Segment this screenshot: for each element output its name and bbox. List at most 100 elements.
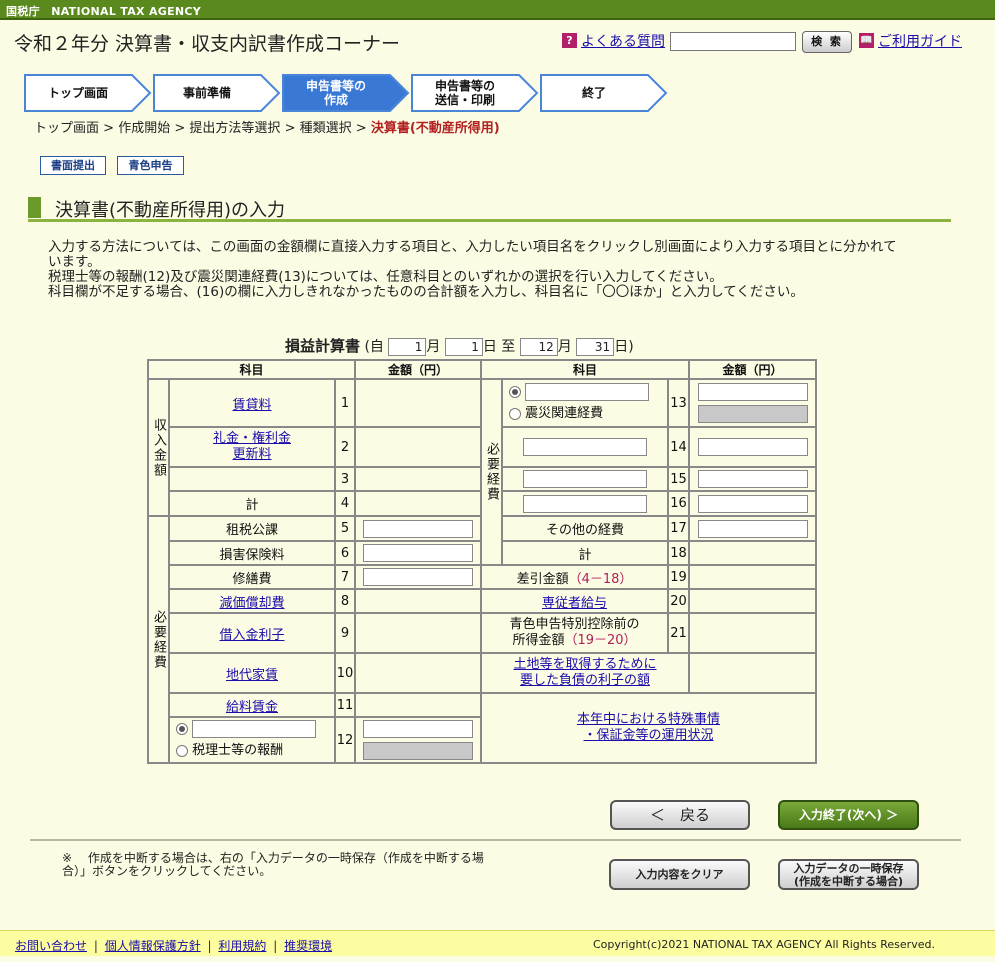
custom-radio[interactable] [176,722,188,735]
row-num: 12 [334,716,356,764]
renewal-fee-link[interactable]: 更新料 [232,447,271,462]
breadcrumb-current: 決算書(不動産所得用) [370,121,500,136]
disaster-label: 震災関連経費 [525,406,604,421]
row-num: 14 [667,426,690,468]
section-title: 決算書(不動産所得用)の入力 [55,200,286,221]
contact-link[interactable]: お問い合わせ [15,939,87,953]
back-button[interactable]: ＜ 戻る [610,800,750,830]
row-num: 9 [334,612,356,654]
period-to: 至 [501,339,516,355]
custom-radio[interactable] [509,385,521,398]
env-link[interactable]: 推奨環境 [284,939,332,953]
key-money-link[interactable]: 礼金・権利金 [213,431,291,446]
amount-7-input[interactable] [363,568,473,586]
amount-12-disabled [363,742,473,760]
row-16 [501,490,669,517]
special-link-a[interactable]: 本年中における特殊事情 [577,712,720,727]
row-20: 専従者給与 [480,588,669,614]
row-21-label-b: 所得金額 [512,633,565,648]
amount-8 [354,588,482,614]
col-kamoku: 科目 [480,359,690,380]
salary-link[interactable]: 給料賃金 [226,700,278,715]
end-month-input[interactable]: 12 [519,338,558,356]
disaster-radio[interactable] [509,407,521,420]
amount-16-input[interactable] [697,494,808,513]
family-salary-link[interactable]: 専従者給与 [542,596,607,611]
col-amount: 金額（円） [354,359,482,380]
end-day-input[interactable]: 31 [576,338,615,356]
clear-button[interactable]: 入力内容をクリア [609,859,750,890]
amount-12-input[interactable] [363,720,473,738]
kamoku-15-input[interactable] [523,470,647,488]
step-end: 終了 [540,73,668,113]
day-unit: 日 [482,339,497,355]
expense-group-right: 必要経費 [480,378,503,566]
custom-kamoku-input[interactable] [192,719,317,738]
header: 令和２年分 決算書・収支内訳書作成コーナー ? よくある質問 検 索 📖 ご利用… [0,20,995,62]
amount-5-input[interactable] [363,519,473,538]
blue-return-badge: 青色申告 [117,156,184,175]
land-debt-cell: 土地等を取得するために 要した負債の利子の額 [480,652,690,694]
row-5: 租税公課 [168,515,336,542]
step-label: 終了 [581,86,606,100]
copyright: Copyright(c)2021 NATIONAL TAX AGENCY All… [593,938,935,951]
rent-link[interactable]: 賃貸料 [232,398,271,413]
next-button[interactable]: 入力終了(次へ) ＞ [778,800,919,830]
row-num: 18 [667,540,690,566]
land-rent-link[interactable]: 地代家賃 [226,668,278,683]
row-num: 8 [334,588,356,614]
depreciation-link[interactable]: 減価償却費 [219,596,284,611]
instructions: 入力する方法については、この画面の金額欄に直接入力する項目と、入力したい項目名を… [48,240,908,300]
row-3 [168,466,336,492]
section-bar [28,197,41,218]
amount-6-input[interactable] [363,544,473,562]
amount-14 [688,426,817,468]
special-link-b[interactable]: ・保証金等の運用状況 [583,728,713,743]
start-month-input[interactable]: 1 [388,338,427,356]
temp-save-button[interactable]: 入力データの一時保存 (作成を中断する場合) [778,859,919,890]
search-button[interactable]: 検 索 [802,31,852,53]
row-num: 5 [334,515,356,542]
amount-14-input[interactable] [697,438,808,456]
custom-kamoku-input[interactable] [525,382,650,401]
privacy-link[interactable]: 個人情報保護方針 [105,939,201,953]
save-note: ※ 作成を中断する場合は、右の「入力データの一時保存（作成を中断する場合）」ボタ… [62,851,484,878]
row-9: 借入金利子 [168,612,336,654]
col-amount: 金額（円） [688,359,817,380]
divider [30,839,961,841]
kamoku-16-input[interactable] [523,494,647,513]
interest-link[interactable]: 借入金利子 [219,628,284,643]
land-debt-blank [689,652,817,694]
footer-links: お問い合わせ | 個人情報保護方針 | 利用規約 | 推奨環境 [15,939,333,953]
amount-2 [354,426,482,468]
start-day-input[interactable]: 1 [444,338,483,356]
amount-17-input[interactable] [697,519,808,538]
expense-group: 必要経費 [147,515,170,764]
row-num: 19 [667,564,690,590]
instruction-line: 税理士等の報酬(12)及び震災関連経費(13)については、任意科目とのいずれかの… [48,269,723,285]
kamoku-14-input[interactable] [523,438,647,456]
land-debt-link-a[interactable]: 土地等を取得するために [513,657,656,672]
amount-13-input[interactable] [697,383,808,401]
row-21-label-a: 青色申告特別控除前の [509,617,640,632]
amount-3 [354,466,482,492]
income-group-label: 収入金額 [151,417,166,478]
row-21-formula: （19－20） [564,633,637,648]
faq-link[interactable]: よくある質問 [581,31,665,51]
search-input[interactable] [670,32,796,51]
section-header: 決算書(不動産所得用)の入力 [28,195,951,222]
amount-5 [354,515,482,542]
col-kamoku: 科目 [147,359,356,380]
instruction-line: 科目欄が不足する場合、(16)の欄に入力しきれなかったものの合計額を入力し、科目… [48,284,804,300]
row-6: 損害保険料 [168,540,336,566]
footer: お問い合わせ | 個人情報保護方針 | 利用規約 | 推奨環境 Copyrigh… [0,930,995,956]
row-4: 計 [168,490,336,517]
row-7: 修繕費 [168,564,336,590]
amount-19 [688,564,817,590]
guide-link[interactable]: ご利用ガイド [878,31,962,51]
amount-15-input[interactable] [697,470,808,488]
land-debt-link-b[interactable]: 要した負債の利子の額 [520,673,650,688]
tax-accountant-radio[interactable] [176,744,188,757]
terms-link[interactable]: 利用規約 [218,939,266,953]
row-10: 地代家賃 [168,652,336,694]
